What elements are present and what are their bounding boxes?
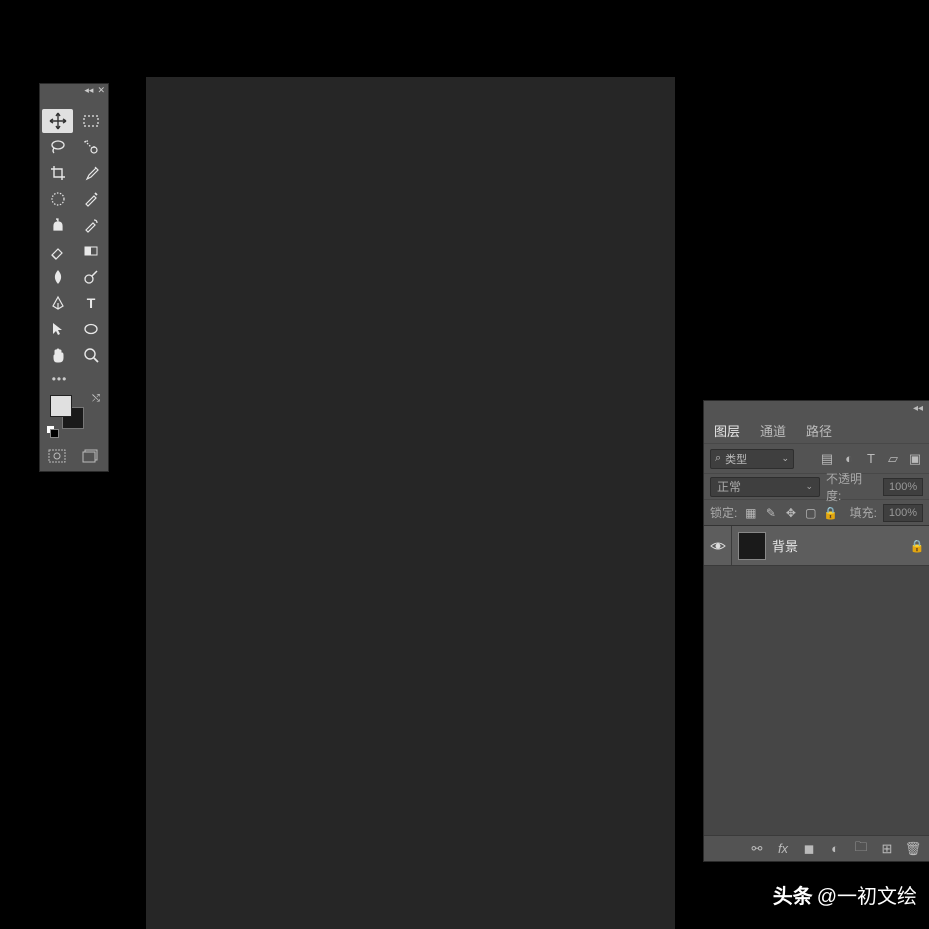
filter-image-icon[interactable]: ▤ [819,451,835,467]
layer-thumbnail[interactable] [738,532,766,560]
gradient-tool[interactable] [75,239,106,263]
collapse-icon[interactable]: ◂◂ [913,403,923,414]
layer-list: 背景 🔒 [704,525,929,835]
chevron-down-icon: ⌄ [781,453,789,464]
tools-footer [40,443,108,471]
link-layers-icon[interactable]: ⚯ [749,841,765,857]
opacity-label: 不透明度: [826,470,877,504]
screen-mode-button[interactable] [80,447,102,465]
svg-text:T: T [86,295,95,311]
color-swatches: ⤭ [44,391,104,439]
lock-icon[interactable]: 🔒 [905,539,929,553]
blur-tool[interactable] [42,265,73,289]
lock-label: 锁定: [710,504,737,521]
filter-smart-icon[interactable]: ▣ [907,451,923,467]
clone-stamp-tool[interactable] [42,213,73,237]
eyedropper-tool[interactable] [75,161,106,185]
tab-paths[interactable]: 路径 [796,415,842,443]
layer-group-icon[interactable]: 🗀 [853,838,869,860]
tab-layers[interactable]: 图层 [704,415,750,443]
delete-layer-icon[interactable]: 🗑 [905,841,921,857]
frame-tool[interactable] [42,187,73,211]
tool-grid: T [40,107,108,369]
lock-artboard-icon[interactable]: ▢ [803,506,818,520]
eraser-tool[interactable] [42,239,73,263]
tools-panel: ◂◂ ✕ [39,83,109,472]
filter-adjust-icon[interactable]: ◐ [841,451,857,467]
quick-select-tool[interactable] [75,135,106,159]
layer-name[interactable]: 背景 [772,536,905,555]
watermark-logo: 头条 [773,880,813,909]
shape-tool[interactable] [75,317,106,341]
type-tool[interactable]: T [75,291,106,315]
marquee-tool[interactable] [75,109,106,133]
layers-panel-header: ◂◂ [704,401,929,415]
opacity-input[interactable]: 100% [883,478,923,496]
healing-brush-tool[interactable] [75,187,106,211]
lock-transparency-icon[interactable]: ▦ [743,506,758,520]
blend-row: 正常 ⌄ 不透明度: 100% [704,473,929,499]
tools-panel-header: ◂◂ ✕ [40,84,108,97]
default-colors-icon[interactable] [46,425,58,437]
layer-filter-dropdown[interactable]: ⌕ 类型 ⌄ [710,449,794,469]
layers-panel: ◂◂ 图层 通道 路径 ⌕ 类型 ⌄ ▤ ◐ T ▱ ▣ 正常 ⌄ 不透明度: … [703,400,929,862]
move-tool[interactable] [42,109,73,133]
close-icon[interactable]: ✕ [97,85,105,96]
edit-toolbar-button[interactable]: ••• [44,369,75,389]
layer-row[interactable]: 背景 🔒 [704,526,929,566]
lock-all-icon[interactable]: 🔒 [823,506,838,520]
visibility-toggle[interactable] [704,526,732,565]
path-select-tool[interactable] [42,317,73,341]
tools-label [40,97,108,107]
history-brush-tool[interactable] [75,213,106,237]
layer-filter-row: ⌕ 类型 ⌄ ▤ ◐ T ▱ ▣ [704,443,929,473]
search-icon: ⌕ [715,452,721,465]
adjustment-layer-icon[interactable]: ◐ [827,841,843,856]
filter-type-icon[interactable]: T [863,451,879,467]
zoom-tool[interactable] [75,343,106,367]
fill-input[interactable]: 100% [883,504,923,522]
chevron-down-icon: ⌄ [805,481,813,492]
lasso-tool[interactable] [42,135,73,159]
filter-shape-icon[interactable]: ▱ [885,451,901,467]
lock-position-icon[interactable]: ✥ [783,506,798,520]
pen-tool[interactable] [42,291,73,315]
canvas[interactable] [146,77,675,929]
layers-footer: ⚯ fx ◼ ◐ 🗀 ⊞ 🗑 [704,835,929,861]
hand-tool[interactable] [42,343,73,367]
blend-mode-dropdown[interactable]: 正常 ⌄ [710,477,820,497]
fill-label: 填充: [850,504,877,521]
lock-row: 锁定: ▦ ✎ ✥ ▢ 🔒 填充: 100% [704,499,929,525]
quick-mask-button[interactable] [46,447,68,465]
layer-mask-icon[interactable]: ◼ [801,841,817,857]
layer-style-icon[interactable]: fx [775,841,791,856]
new-layer-icon[interactable]: ⊞ [879,841,895,857]
watermark: 头条 @一初文绘 [773,880,917,909]
collapse-icon[interactable]: ◂◂ [84,85,93,96]
dodge-tool[interactable] [75,265,106,289]
crop-tool[interactable] [42,161,73,185]
swap-colors-icon[interactable]: ⤭ [92,393,100,404]
blend-mode-value: 正常 [717,478,741,495]
watermark-text: @一初文绘 [817,880,917,909]
foreground-color-swatch[interactable] [50,395,72,417]
panel-tabs: 图层 通道 路径 [704,415,929,443]
lock-image-icon[interactable]: ✎ [763,506,778,520]
filter-label: 类型 [725,451,747,467]
tab-channels[interactable]: 通道 [750,415,796,443]
